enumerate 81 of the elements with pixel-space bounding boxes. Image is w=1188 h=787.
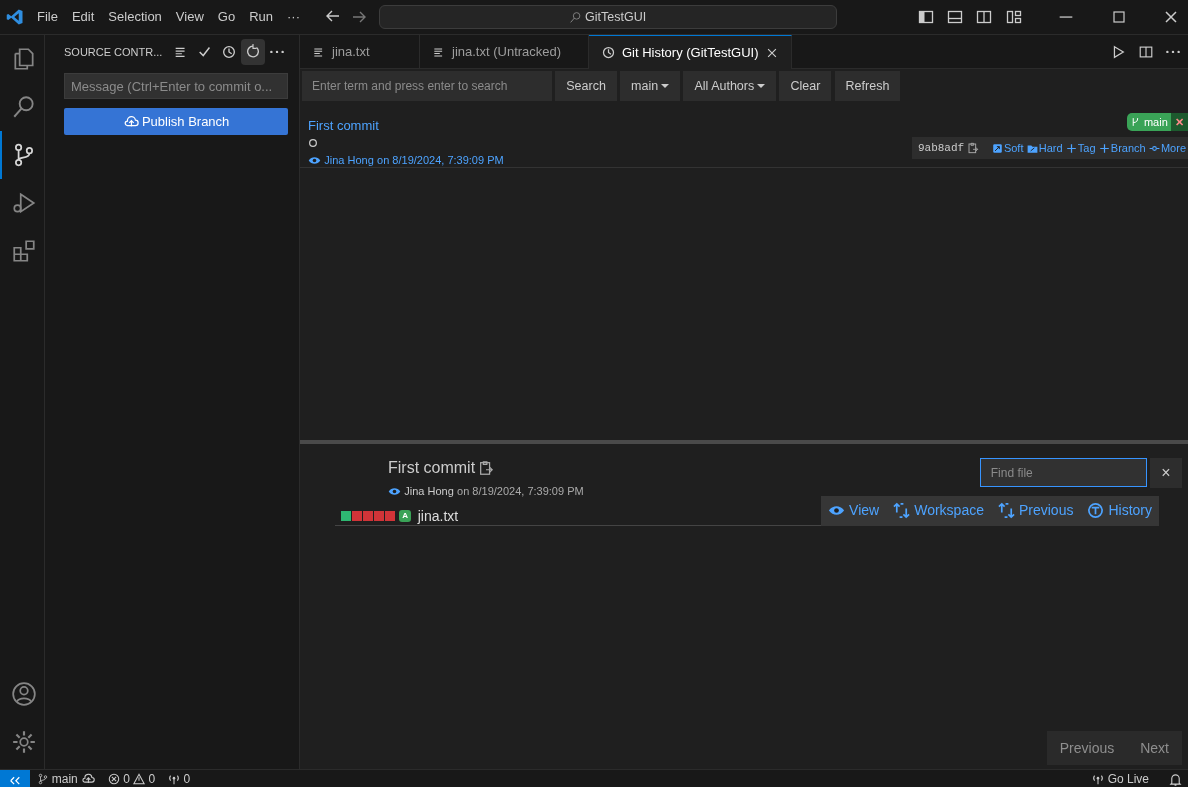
menu-item[interactable]: Go (210, 7, 243, 27)
go-live-button[interactable]: Go Live (1092, 769, 1149, 787)
file-action-button[interactable]: View (821, 495, 887, 526)
sidebar-title: SOURCE CONTR... (64, 44, 163, 60)
compare-icon (893, 502, 911, 519)
publish-branch-button[interactable]: Publish Branch (64, 108, 288, 135)
commit-node-icon (308, 138, 318, 149)
command-center[interactable]: GitTestGUI (378, 5, 837, 29)
problems-status[interactable]: 0 0 (108, 769, 156, 787)
file-action-button[interactable]: Previous (990, 495, 1081, 526)
menu-item[interactable]: Edit (64, 7, 102, 27)
copy-icon (478, 460, 495, 476)
error-icon (108, 772, 120, 785)
cloud-upload-icon (81, 771, 95, 786)
menu-item[interactable]: Selection (101, 7, 169, 27)
search-field[interactable]: Enter term and press enter to search (302, 71, 552, 101)
file-name[interactable]: jina.txt (417, 505, 459, 527)
commit-action-link[interactable]: More (1148, 139, 1186, 157)
toolbar-button[interactable]: Clear (779, 71, 832, 101)
find-file-field[interactable]: Find file (979, 458, 1147, 487)
toolbar-button[interactable]: Search (555, 71, 617, 101)
customize-layout-icon (1004, 8, 1023, 26)
commit-hash: 9ab8adf (917, 140, 965, 156)
menu-item[interactable]: View (168, 7, 211, 27)
branch-icon (36, 772, 49, 785)
compare-icon (997, 502, 1015, 519)
editor-tab[interactable]: Git History (GitTestGUI) (589, 35, 792, 69)
commit-action-link[interactable]: Soft (991, 139, 1024, 157)
history-icon (220, 44, 237, 60)
branch-status[interactable]: main (36, 769, 95, 787)
history-icon (1087, 502, 1105, 519)
added-status-badge: A (399, 510, 412, 522)
run-debug-icon (10, 190, 37, 216)
commit-action-link[interactable]: Hard (1026, 139, 1063, 157)
account-icon (10, 680, 37, 707)
reset-hard-icon (1026, 142, 1038, 154)
commit-date: on 8/19/2024, 7:39:09 PM (377, 153, 504, 168)
pagination-button[interactable]: Previous (1046, 737, 1128, 759)
branch-tag[interactable]: main ✕ (1127, 113, 1188, 131)
commit-title[interactable]: First commit (308, 118, 379, 133)
copy-icon (967, 142, 980, 154)
detail-author: Jina Hong (404, 484, 454, 499)
menu-item[interactable]: File (30, 7, 65, 27)
commit-message-field[interactable]: Message (Ctrl+Enter to commit o... (64, 73, 288, 99)
refresh-icon (244, 43, 261, 60)
remote-button[interactable] (0, 769, 30, 787)
detail-title: First commit (388, 458, 476, 478)
close-button[interactable]: × (1150, 458, 1182, 488)
notifications-icon (1168, 772, 1182, 786)
branch-icon (1130, 117, 1141, 127)
search-icon (568, 10, 582, 24)
detail-date: on 8/19/2024, 7:39:09 PM (457, 484, 584, 499)
menu-item[interactable]: ··· (280, 7, 307, 27)
more-actions-icon (268, 50, 285, 54)
app-logo-icon (6, 8, 24, 26)
toggle-panel-icon (946, 8, 964, 26)
settings-icon (10, 728, 37, 755)
toggle-secondary-sidebar-icon (975, 8, 994, 26)
toggle-sidebar-icon (916, 8, 935, 26)
warning-icon (133, 772, 146, 785)
commit-action-link[interactable]: Tag (1065, 139, 1096, 157)
commit-author: Jina Hong (324, 153, 374, 168)
toolbar-button[interactable]: All Authors (683, 71, 777, 101)
reset-soft-icon (991, 142, 1003, 154)
commit-action-link[interactable]: Branch (1098, 139, 1146, 157)
toolbar-button[interactable]: main (620, 71, 681, 101)
split-editor-icon (1137, 43, 1154, 60)
toolbar-button[interactable]: Refresh (834, 71, 901, 101)
file-action-button[interactable]: Workspace (886, 495, 991, 526)
history-icon (601, 45, 616, 60)
menu-item[interactable]: Run (242, 7, 280, 27)
plus-icon (1098, 142, 1110, 154)
editor-tab[interactable]: jina.txt (300, 35, 420, 69)
more-actions-icon (1164, 49, 1181, 54)
pagination-button[interactable]: Next (1127, 737, 1182, 759)
extensions-icon (10, 238, 37, 264)
plus-icon (1065, 142, 1077, 154)
remove-branch-icon[interactable]: ✕ (1171, 113, 1188, 131)
file-action-button[interactable]: History (1080, 495, 1159, 526)
ports-status[interactable]: 0 (168, 769, 191, 787)
minimize-icon (1057, 15, 1075, 19)
